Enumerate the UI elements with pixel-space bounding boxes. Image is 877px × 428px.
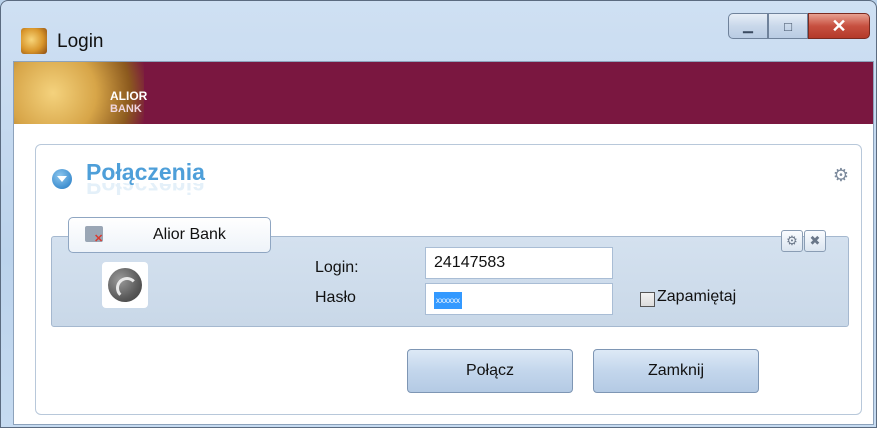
- minimize-button[interactable]: ▁: [728, 13, 768, 39]
- tab-label: Alior Bank: [153, 226, 226, 243]
- minimize-icon: ▁: [743, 18, 753, 33]
- login-field[interactable]: 24147583: [425, 247, 613, 279]
- bank-banner: ALIOR BANK: [14, 62, 873, 124]
- close-icon: ✖: [809, 233, 821, 248]
- password-mask: xxxxxx: [434, 292, 462, 309]
- connect-button[interactable]: Połącz: [407, 349, 573, 393]
- login-label: Login:: [315, 259, 359, 276]
- section-title-reflection: Połączenia: [86, 183, 205, 199]
- password-field[interactable]: xxxxxx: [425, 283, 613, 315]
- collapse-icon[interactable]: [52, 169, 72, 189]
- globe-icon: [102, 262, 148, 308]
- gear-icon[interactable]: ⚙: [833, 165, 849, 186]
- remember-checkbox[interactable]: [640, 292, 655, 307]
- title-bar[interactable]: Login ▁ □ ✕: [1, 1, 876, 61]
- maximize-icon: □: [784, 18, 792, 34]
- connection-delete-button[interactable]: ✖: [804, 230, 826, 252]
- gear-icon: ⚙: [786, 233, 798, 248]
- window-controls: ▁ □ ✕: [728, 13, 870, 39]
- section-title: Połączenia: [86, 159, 205, 185]
- window-title: Login: [57, 31, 104, 52]
- close-icon: ✕: [831, 15, 847, 36]
- close-button[interactable]: ✕: [808, 13, 870, 39]
- disconnected-x-icon: [85, 226, 103, 245]
- alior-logo: ALIOR BANK: [14, 62, 148, 124]
- logo-text-bank: BANK: [110, 103, 142, 115]
- logo-text-alior: ALIOR: [110, 89, 148, 103]
- login-window: Login ▁ □ ✕ ALIOR BANK Połączenia Połącz…: [0, 0, 877, 428]
- connection-settings-button[interactable]: ⚙: [781, 230, 803, 252]
- password-label: Hasło: [315, 289, 356, 306]
- tab-alior-bank[interactable]: Alior Bank: [68, 217, 271, 253]
- client-area: ALIOR BANK Połączenia Połączenia ⚙ Alior…: [13, 61, 874, 425]
- close-dialog-button[interactable]: Zamknij: [593, 349, 759, 393]
- app-icon: [21, 28, 47, 54]
- remember-label: Zapamiętaj: [657, 288, 737, 305]
- login-value: 24147583: [434, 254, 506, 271]
- maximize-button[interactable]: □: [768, 13, 808, 39]
